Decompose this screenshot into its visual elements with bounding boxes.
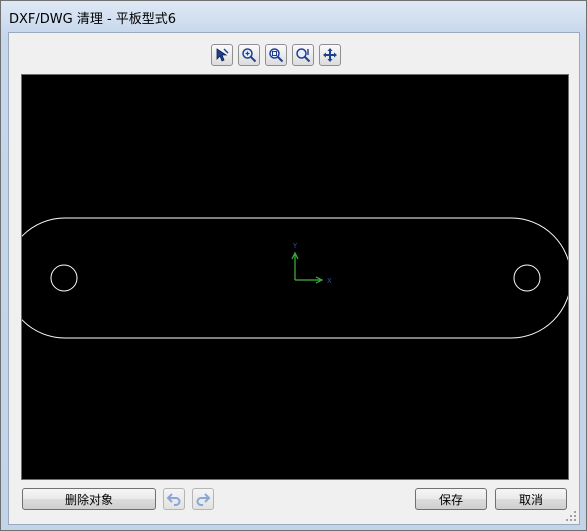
save-label: 保存 [438,492,463,507]
delete-object-button[interactable]: 删除对象 [22,488,156,510]
zoom-window-icon [269,48,284,63]
cancel-label: 取消 [518,492,543,507]
view-toolbar [211,44,341,68]
dialog-client-area: Y X 删除对象 保存 取消 [8,32,580,525]
cancel-button[interactable]: 取消 [495,488,567,510]
zoom-window-button[interactable] [265,44,287,66]
resize-grip-icon[interactable] [565,510,577,522]
left-hole [50,264,78,292]
save-button[interactable]: 保存 [415,488,487,510]
redo-icon [196,493,211,506]
pan-button[interactable] [319,44,341,66]
zoom-in-icon [242,48,257,63]
ucs-axis-icon: Y X [291,242,332,285]
axis-y-label: Y [292,242,298,250]
undo-button[interactable] [163,488,185,510]
right-hole [513,264,541,292]
drawing-viewport[interactable]: Y X [21,74,569,480]
pan-icon [323,48,337,62]
dxf-cleanup-dialog: DXF/DWG 清理 - 平板型式6 Y X 删除对象 保存 取消 [0,0,587,531]
zoom-in-button[interactable] [238,44,260,66]
select-tool-icon [216,48,229,62]
zoom-fit-button[interactable] [292,44,314,66]
drawing-canvas: Y X [22,217,568,339]
select-tool-button[interactable] [211,44,233,66]
redo-button[interactable] [192,488,214,510]
title-bar[interactable]: DXF/DWG 清理 - 平板型式6 [1,1,586,31]
axis-x-label: X [327,277,332,285]
undo-icon [166,493,181,506]
delete-object-label: 删除对象 [64,492,113,507]
zoom-fit-icon [296,48,311,63]
window-title: DXF/DWG 清理 - 平板型式6 [9,12,177,27]
